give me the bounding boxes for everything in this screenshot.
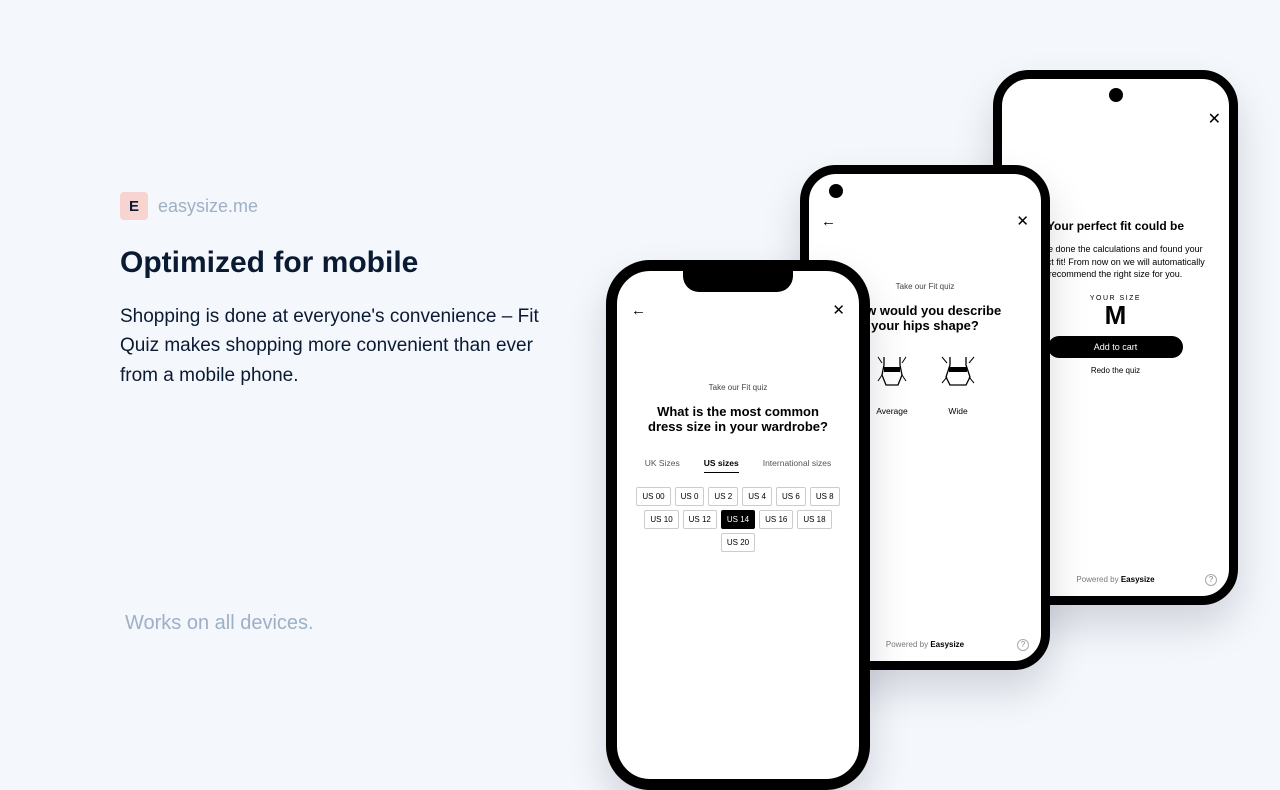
close-icon[interactable]: ✕ (1208, 109, 1221, 129)
brand-row: E easysize.me (120, 192, 540, 220)
tab-uk-sizes[interactable]: UK Sizes (645, 458, 680, 473)
hips-shape-icon (872, 351, 912, 396)
camera-dot-icon (1109, 88, 1123, 102)
topbar: ← ✕ (631, 301, 845, 319)
phone-notch-icon (683, 270, 793, 292)
headline: Optimized for mobile (120, 246, 540, 280)
body-copy: Shopping is done at everyone's convenien… (120, 302, 540, 390)
size-system-tabs: UK Sizes US sizes International sizes (631, 458, 845, 473)
topbar: ← ✕ (821, 212, 1029, 230)
shape-option-label: Wide (948, 406, 967, 416)
tab-us-sizes[interactable]: US sizes (704, 458, 739, 473)
question-content: Take our Fit quiz What is the most commo… (617, 383, 859, 552)
size-option-button[interactable]: US 18 (797, 510, 831, 529)
question-title: What is the most common dress size in yo… (631, 404, 845, 434)
shape-option-label: Average (876, 406, 908, 416)
camera-dot-icon (829, 184, 843, 198)
marketing-text-block: E easysize.me Optimized for mobile Shopp… (120, 192, 540, 390)
phones-stage: ✕ Your perfect fit could be We've done t… (600, 70, 1240, 710)
tab-intl-sizes[interactable]: International sizes (763, 458, 832, 473)
size-option-button[interactable]: US 00 (636, 487, 670, 506)
size-option-button[interactable]: US 16 (759, 510, 793, 529)
size-option-button[interactable]: US 6 (776, 487, 806, 506)
help-icon[interactable]: ? (1017, 639, 1029, 651)
size-option-button[interactable]: US 20 (721, 533, 755, 552)
size-options-grid: US 00 US 0US 2US 4US 6US 8 US 10 US 12US 14… (631, 487, 845, 552)
hips-shape-icon (938, 351, 978, 396)
size-option-button[interactable]: US 8 (810, 487, 840, 506)
powered-by-brand: Easysize (1121, 575, 1155, 584)
powered-by-prefix: Powered by (1076, 575, 1120, 584)
hips-option-wide[interactable]: Wide (938, 351, 978, 416)
powered-by-brand: Easysize (930, 640, 964, 649)
size-option-button[interactable]: US 10 (644, 510, 678, 529)
hips-option-average[interactable]: Average (872, 351, 912, 416)
brand-name: easysize.me (158, 196, 258, 217)
phone-size-question: ← ✕ Take our Fit quiz What is the most c… (606, 260, 870, 790)
size-option-button[interactable]: US 0 (675, 487, 705, 506)
back-arrow-icon[interactable]: ← (631, 302, 646, 319)
help-icon[interactable]: ? (1205, 574, 1217, 586)
close-icon[interactable]: ✕ (832, 301, 845, 319)
works-on-text: Works on all devices. (125, 612, 314, 635)
size-option-button[interactable]: US 4 (742, 487, 772, 506)
powered-by-prefix: Powered by (886, 640, 930, 649)
add-to-cart-button[interactable]: Add to cart (1048, 336, 1183, 358)
take-quiz-label: Take our Fit quiz (631, 383, 845, 392)
size-option-button[interactable]: US 14 (721, 510, 755, 529)
size-option-button[interactable]: US 2 (708, 487, 738, 506)
close-icon[interactable]: ✕ (1016, 212, 1029, 230)
brand-badge: E (120, 192, 148, 220)
back-arrow-icon[interactable]: ← (821, 213, 836, 230)
size-option-button[interactable]: US 12 (683, 510, 717, 529)
